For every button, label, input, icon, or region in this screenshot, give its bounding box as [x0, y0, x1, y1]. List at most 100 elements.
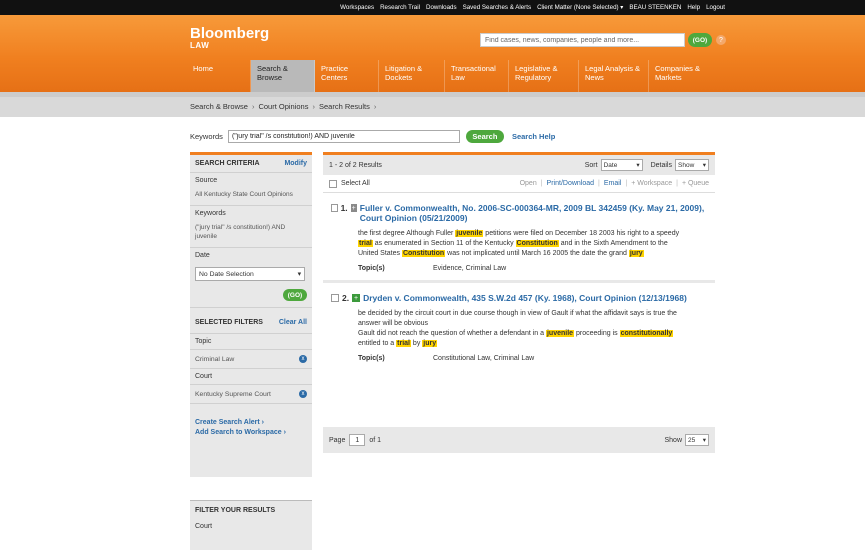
- add-workspace-link[interactable]: + Workspace: [631, 180, 672, 187]
- topics-value: Evidence, Criminal Law: [433, 265, 507, 272]
- sort-select[interactable]: Date ▾: [600, 159, 643, 171]
- utility-links: Workspaces Research Trail Downloads Save…: [340, 0, 725, 15]
- topic-filter: Criminal Law x: [190, 350, 312, 369]
- result-number: 1.: [340, 203, 348, 213]
- court-label: Court: [190, 369, 312, 385]
- filter-court-label[interactable]: Court: [190, 520, 312, 533]
- breadcrumb-separator: ›: [373, 102, 377, 111]
- breadcrumb-search-results: Search Results: [318, 102, 370, 111]
- saved-searches-link[interactable]: Saved Searches & Alerts: [463, 4, 531, 11]
- highlight: constitutionally: [619, 330, 674, 337]
- topic-filter-value: Criminal Law: [195, 355, 235, 363]
- nav-search-browse-line2: Browse: [257, 73, 283, 82]
- search-criteria-sidebar: SEARCH CRITERIA Modify Source All Kentuc…: [190, 152, 312, 477]
- nav-companies-line1: Companies &: [655, 64, 701, 73]
- topics-label: Topic(s): [358, 265, 385, 272]
- breadcrumb: Search & Browse › Court Opinions › Searc…: [0, 97, 865, 117]
- nav-legal-analysis-line1: Legal Analysis &: [585, 64, 641, 73]
- expand-icon[interactable]: +: [350, 204, 357, 212]
- nav-litigation-line1: Litigation &: [385, 64, 423, 73]
- remove-filter-icon[interactable]: x: [299, 355, 307, 363]
- user-name-link[interactable]: BEAU STEENKEN: [629, 4, 681, 11]
- results-panel: 1 - 2 of 2 Results Sort Date ▾ Details S…: [323, 152, 715, 457]
- sidebar-actions: Create Search Alert › Add Search to Work…: [190, 404, 312, 438]
- client-matter-dropdown[interactable]: Client Matter (None Selected) ▾: [537, 4, 623, 11]
- expand-icon[interactable]: +: [352, 294, 361, 302]
- highlight: Constitution: [515, 240, 559, 247]
- results-count: 1 - 2 of 2 Results: [329, 161, 382, 169]
- highlight: juvenile: [455, 230, 484, 237]
- sort-select-value: Date: [603, 161, 618, 169]
- clear-all-link[interactable]: Clear All: [279, 319, 307, 326]
- search-criteria-title: SEARCH CRITERIA: [195, 160, 260, 167]
- nav-litigation-line2: Dockets: [385, 73, 413, 82]
- filter-results-panel: FILTER YOUR RESULTS Court: [190, 500, 312, 550]
- search-help-link[interactable]: Search Help: [512, 132, 555, 141]
- result-checkbox[interactable]: [331, 204, 338, 212]
- print-download-link[interactable]: Print/Download: [547, 180, 594, 187]
- search-criteria-header: SEARCH CRITERIA Modify: [190, 155, 312, 173]
- topics-label: Topic(s): [358, 355, 385, 362]
- nav-practice-line1: Practice: [321, 64, 349, 73]
- result-item: 2. + Dryden v. Commonwealth, 435 S.W.2d …: [323, 283, 715, 370]
- results-toolbar: Select All Open | Print/Download | Email…: [323, 175, 715, 193]
- date-select-value: No Date Selection: [199, 270, 254, 278]
- modify-link[interactable]: Modify: [284, 160, 307, 167]
- court-filter-value: Kentucky Supreme Court: [195, 390, 271, 398]
- bloomberg-law-logo[interactable]: Bloomberg LAW: [190, 26, 269, 50]
- highlight: jury: [422, 340, 438, 347]
- page-of-label: of 1: [369, 436, 382, 444]
- results-header: 1 - 2 of 2 Results Sort Date ▾ Details S…: [323, 155, 715, 175]
- page-number-input[interactable]: 1: [349, 434, 366, 446]
- details-select[interactable]: Show ▾: [675, 159, 709, 171]
- open-link[interactable]: Open: [520, 180, 537, 187]
- global-search-go-button[interactable]: (GO): [688, 33, 712, 47]
- global-search-input[interactable]: [481, 34, 684, 46]
- logout-link[interactable]: Logout: [706, 4, 725, 11]
- research-trail-link[interactable]: Research Trail: [380, 4, 420, 11]
- site-header: Bloomberg LAW (GO) ? Home Search & Brows…: [0, 15, 865, 97]
- highlight: Constitution: [401, 250, 446, 257]
- top-utility-bar: Workspaces Research Trail Downloads Save…: [0, 0, 865, 15]
- date-select[interactable]: No Date Selection ▾: [195, 267, 305, 281]
- search-button[interactable]: Search: [465, 129, 504, 143]
- result-title-link[interactable]: Fuller v. Commonwealth, No. 2006-SC-0003…: [360, 203, 707, 223]
- downloads-link[interactable]: Downloads: [426, 4, 457, 11]
- nav-transactional-line2: Law: [451, 73, 465, 82]
- sort-label: Sort: [584, 161, 598, 169]
- workspaces-link[interactable]: Workspaces: [340, 4, 374, 11]
- add-search-to-workspace-link[interactable]: Add Search to Workspace ›: [195, 428, 307, 438]
- keywords-input[interactable]: [227, 129, 460, 143]
- result-topics: Topic(s) Evidence, Criminal Law: [358, 265, 707, 272]
- court-filter: Kentucky Supreme Court x: [190, 385, 312, 404]
- details-label: Details: [650, 161, 672, 169]
- highlight: juvenile: [545, 330, 575, 337]
- select-all-checkbox[interactable]: [329, 179, 337, 188]
- create-search-alert-link[interactable]: Create Search Alert ›: [195, 418, 307, 428]
- add-queue-link[interactable]: + Queue: [682, 180, 709, 187]
- highlight: jury: [628, 250, 644, 257]
- result-snippet: be decided by the circuit court in due c…: [358, 310, 677, 347]
- nav-home-label: Home: [193, 64, 214, 73]
- highlight: trial: [358, 240, 373, 247]
- result-title-link[interactable]: Dryden v. Commonwealth, 435 S.W.2d 457 (…: [363, 293, 687, 303]
- result-checkbox[interactable]: [331, 294, 339, 302]
- help-link[interactable]: Help: [687, 4, 700, 11]
- page-size-select[interactable]: 25 ▾: [685, 434, 709, 446]
- source-label: Source: [195, 177, 218, 184]
- keyword-search-row: Keywords Search Search Help: [190, 129, 555, 143]
- chevron-down-icon: ▾: [297, 271, 301, 278]
- show-label: Show: [664, 436, 682, 444]
- email-link[interactable]: Email: [604, 180, 622, 187]
- nav-companies-line2: Markets: [655, 73, 682, 82]
- breadcrumb-court-opinions[interactable]: Court Opinions: [258, 102, 308, 111]
- date-go-button[interactable]: (GO): [283, 289, 307, 301]
- remove-filter-icon[interactable]: x: [299, 390, 307, 398]
- details-select-value: Show: [678, 161, 695, 169]
- help-icon[interactable]: ?: [716, 35, 726, 45]
- breadcrumb-search-browse[interactable]: Search & Browse: [190, 102, 248, 111]
- nav-transactional-line1: Transactional: [451, 64, 496, 73]
- select-all-label: Select All: [341, 180, 370, 187]
- result-topics: Topic(s) Constitutional Law, Criminal La…: [358, 355, 707, 362]
- highlight: trial: [396, 340, 411, 347]
